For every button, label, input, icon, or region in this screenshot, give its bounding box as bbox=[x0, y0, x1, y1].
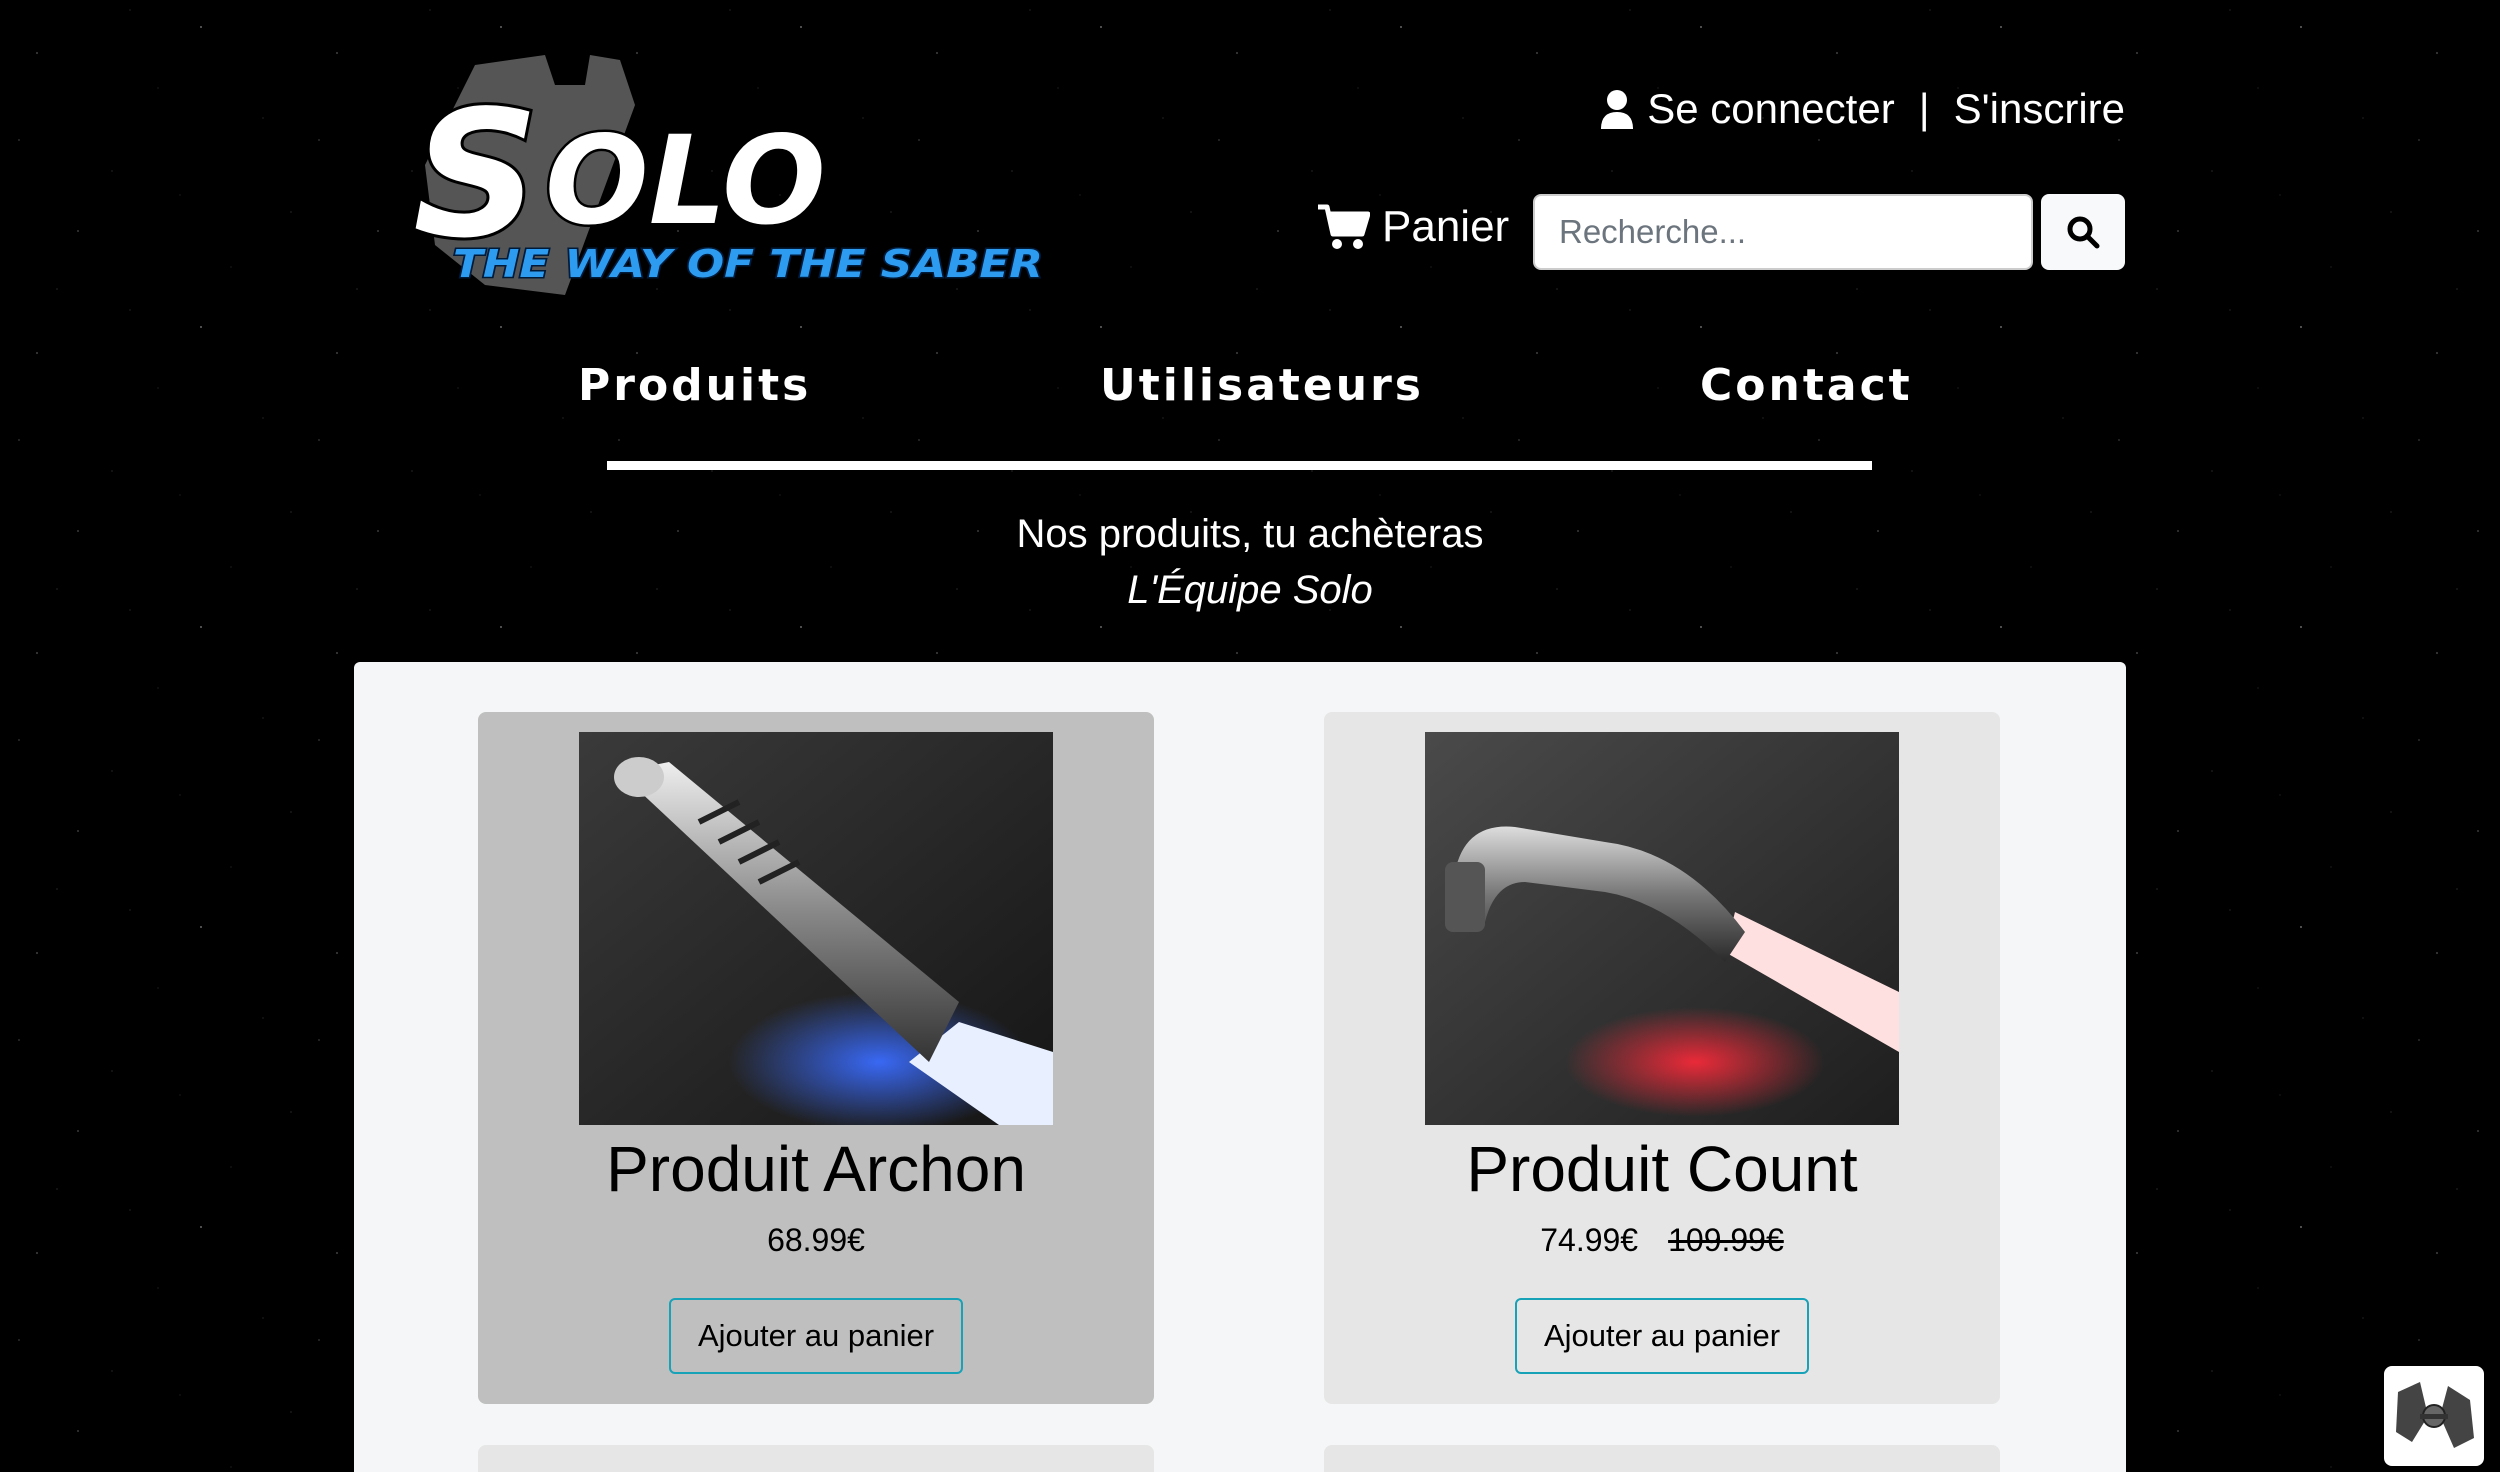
auth-separator: | bbox=[1918, 85, 1930, 132]
logo-graphic: S OLO THE WAY OF THE SABER bbox=[410, 55, 1045, 295]
product-card[interactable]: Produit Archon 68.99€ Ajouter au panier bbox=[478, 712, 1154, 1404]
logo-tagline: THE WAY OF THE SABER bbox=[453, 242, 1043, 286]
price-current: 68.99€ bbox=[767, 1222, 865, 1258]
product-card[interactable]: Produit Count 74.99€ 109.99€ Ajouter au p… bbox=[1324, 712, 2000, 1404]
tagline-author: L'Équipe Solo bbox=[1127, 568, 1373, 612]
search-input[interactable] bbox=[1533, 194, 2033, 270]
nav-utilisateurs[interactable]: Utilisateurs bbox=[1100, 360, 1424, 411]
cart-label: Panier bbox=[1382, 202, 1510, 251]
nav-divider bbox=[607, 461, 1872, 470]
product-image[interactable] bbox=[579, 732, 1053, 1125]
site-logo[interactable]: S OLO THE WAY OF THE SABER bbox=[405, 45, 1045, 305]
product-name[interactable]: Produit Count bbox=[1324, 1132, 2000, 1206]
cart-icon bbox=[1318, 204, 1370, 249]
tie-fighter-widget[interactable] bbox=[2384, 1366, 2484, 1466]
product-price: 74.99€ 109.99€ bbox=[1324, 1222, 2000, 1259]
add-to-cart-button[interactable]: Ajouter au panier bbox=[669, 1298, 963, 1374]
nav-produits[interactable]: Produits bbox=[578, 360, 811, 411]
add-to-cart-button[interactable]: Ajouter au panier bbox=[1515, 1298, 1809, 1374]
product-name[interactable]: Produit Archon bbox=[478, 1132, 1154, 1206]
user-icon bbox=[1599, 89, 1635, 129]
signup-link[interactable]: S'inscrire bbox=[1954, 85, 2125, 133]
search-icon bbox=[2067, 216, 2100, 249]
nav-contact[interactable]: Contact bbox=[1700, 360, 1913, 411]
product-card[interactable] bbox=[1324, 1445, 2000, 1472]
price-current: 74.99€ bbox=[1540, 1222, 1639, 1258]
product-card[interactable] bbox=[478, 1445, 1154, 1472]
product-image[interactable] bbox=[1425, 732, 1899, 1125]
auth-links: Se connecter | S'inscrire bbox=[1599, 85, 2125, 133]
tie-fighter-icon bbox=[2396, 1382, 2474, 1448]
login-link[interactable]: Se connecter bbox=[1647, 85, 1895, 133]
cart-link[interactable]: Panier bbox=[1318, 202, 1509, 252]
logo-text: OLO bbox=[545, 110, 826, 252]
tagline-quote: Nos produits, tu achèteras bbox=[1016, 512, 1484, 556]
price-old: 109.99€ bbox=[1668, 1222, 1784, 1258]
product-price: 68.99€ bbox=[478, 1222, 1154, 1259]
search-button[interactable] bbox=[2041, 194, 2125, 270]
